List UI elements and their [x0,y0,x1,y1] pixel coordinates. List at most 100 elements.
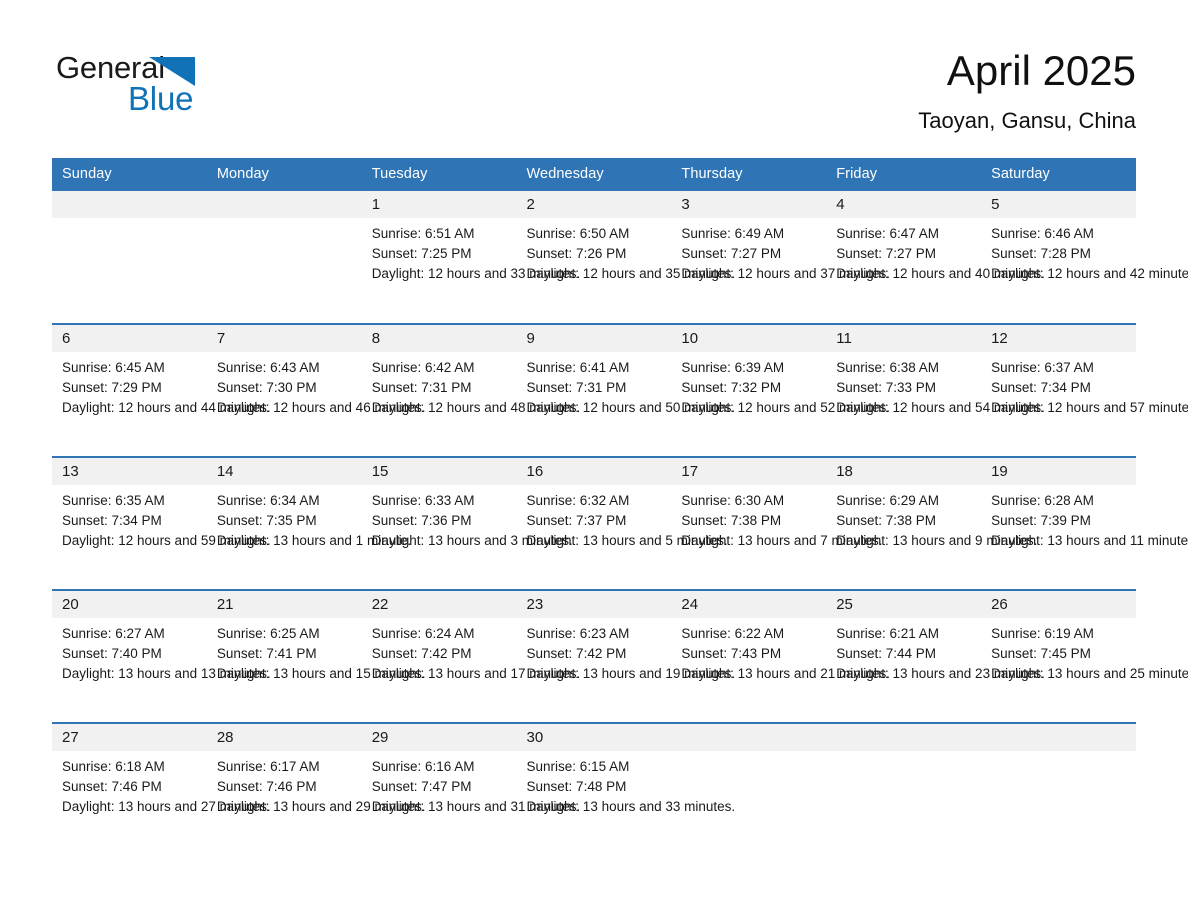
sunset-text: Sunset: 7:27 PM [836,246,937,262]
day-number [206,191,362,218]
calendar-day-cell[interactable]: 30 Sunrise: 6:15 AM Sunset: 7:48 PM Dayligh… [516,722,735,856]
daylight-text: Daylight: 12 hours and 37 minutes. [681,266,890,282]
calendar-day-cell[interactable]: 16 Sunrise: 6:32 AM Sunset: 7:37 PM Dayligh… [516,456,728,590]
day-details: Sunrise: 6:24 AM Sunset: 7:42 PM Daylight:… [362,618,581,685]
calendar-day-cell[interactable]: 28 Sunrise: 6:17 AM Sunset: 7:46 PM Dayligh… [206,722,426,856]
sunrise-text: Sunrise: 6:18 AM [62,759,165,774]
calendar-day-cell[interactable]: 17 Sunrise: 6:30 AM Sunset: 7:38 PM Dayligh… [671,456,883,590]
sunrise-text: Sunrise: 6:25 AM [216,626,320,641]
calendar-day-cell[interactable]: 9 Sunrise: 6:41 AM Sunset: 7:31 PM Daylight… [516,323,736,457]
daylight-text: Daylight: 13 hours and 1 minute. [216,533,412,549]
daylight-text: Daylight: 12 hours and 42 minutes. [991,266,1188,282]
day-number: 10 [671,325,827,352]
day-details: Sunrise: 6:41 AM Sunset: 7:31 PM Daylight:… [517,352,736,419]
day-details: Sunrise: 6:42 AM Sunset: 7:31 PM Daylight:… [362,352,581,419]
calendar-day-cell[interactable]: 18 Sunrise: 6:29 AM Sunset: 7:38 PM Dayligh… [826,456,1037,590]
calendar-day-cell[interactable]: 25 Sunrise: 6:21 AM Sunset: 7:44 PM Dayligh… [826,589,1045,723]
day-number: 26 [981,591,1136,618]
day-number: 2 [516,191,672,218]
calendar-day-cell[interactable]: 26 Sunrise: 6:19 AM Sunset: 7:45 PM Dayligh… [981,589,1188,723]
day-details: Sunrise: 6:33 AM Sunset: 7:36 PM Daylight:… [362,485,573,552]
sunrise-text: Sunrise: 6:45 AM [62,360,165,375]
calendar-day-cell[interactable]: 14 Sunrise: 6:34 AM Sunset: 7:35 PM Dayligh… [206,456,412,590]
calendar-day-cell[interactable]: 5 Sunrise: 6:46 AM Sunset: 7:28 PM Daylight… [981,191,1188,324]
sunset-text: Sunset: 7:41 PM [216,646,317,662]
calendar-day-cell[interactable]: 13 Sunrise: 6:35 AM Sunset: 7:34 PM Dayligh… [52,456,271,590]
day-details: Sunrise: 6:47 AM Sunset: 7:27 PM Daylight:… [826,218,1045,285]
weekday-header-monday: Monday [206,158,362,191]
calendar-day-cell-empty [981,722,1136,856]
sunrise-text: Sunrise: 6:23 AM [526,626,630,641]
calendar-day-cell[interactable]: 15 Sunrise: 6:33 AM Sunset: 7:36 PM Dayligh… [361,456,573,590]
calendar-day-cell[interactable]: 2 Sunrise: 6:50 AM Sunset: 7:26 PM Daylight… [516,191,735,324]
sunset-text: Sunset: 7:29 PM [62,380,162,396]
weekday-header-thursday: Thursday [671,158,827,191]
daylight-text: Daylight: 12 hours and 44 minutes. [62,400,271,416]
daylight-text: Daylight: 13 hours and 5 minutes. [526,533,728,549]
day-details: Sunrise: 6:37 AM Sunset: 7:34 PM Daylight:… [981,352,1188,419]
sunrise-text: Sunrise: 6:15 AM [526,759,630,774]
day-details: Sunrise: 6:32 AM Sunset: 7:37 PM Daylight:… [517,485,728,552]
sunrise-text: Sunrise: 6:35 AM [62,493,165,508]
calendar-day-cell[interactable]: 27 Sunrise: 6:18 AM Sunset: 7:46 PM Dayligh… [52,722,271,856]
calendar-day-cell[interactable]: 23 Sunrise: 6:23 AM Sunset: 7:42 PM Dayligh… [516,589,735,723]
day-number: 20 [52,591,207,618]
calendar-day-cell[interactable]: 6 Sunrise: 6:45 AM Sunset: 7:29 PM Daylight… [52,323,271,457]
calendar-body: 1 Sunrise: 6:51 AM Sunset: 7:25 PM Daylight… [52,191,1188,856]
daylight-text: Daylight: 13 hours and 21 minutes. [681,666,890,682]
sunrise-text: Sunrise: 6:51 AM [371,226,475,241]
weekday-header-saturday: Saturday [981,158,1136,191]
daylight-text: Daylight: 13 hours and 23 minutes. [836,666,1045,682]
day-number: 18 [826,458,982,485]
daylight-text: Daylight: 12 hours and 54 minutes. [836,400,1045,416]
day-details: Sunrise: 6:28 AM Sunset: 7:39 PM Daylight:… [981,485,1188,552]
sunrise-text: Sunrise: 6:37 AM [991,360,1094,375]
daylight-text: Daylight: 12 hours and 52 minutes. [681,400,890,416]
calendar-day-cell[interactable]: 12 Sunrise: 6:37 AM Sunset: 7:34 PM Dayligh… [981,323,1188,457]
sunset-text: Sunset: 7:47 PM [371,779,472,795]
day-number [981,724,1136,751]
calendar-day-cell[interactable]: 20 Sunrise: 6:27 AM Sunset: 7:40 PM Dayligh… [52,589,271,723]
day-number: 15 [361,458,517,485]
calendar-day-cell[interactable]: 4 Sunrise: 6:47 AM Sunset: 7:27 PM Daylight… [826,191,1045,324]
day-details: Sunrise: 6:18 AM Sunset: 7:46 PM Daylight:… [52,751,271,818]
location-subtitle: Taoyan, Gansu, China [918,108,1136,133]
calendar-day-cell[interactable]: 19 Sunrise: 6:28 AM Sunset: 7:39 PM Dayligh… [981,456,1188,590]
day-details: Sunrise: 6:17 AM Sunset: 7:46 PM Daylight:… [207,751,426,818]
calendar-day-cell[interactable]: 8 Sunrise: 6:42 AM Sunset: 7:31 PM Daylight… [361,323,581,457]
day-number: 4 [826,191,982,218]
calendar-day-cell[interactable]: 3 Sunrise: 6:49 AM Sunset: 7:27 PM Daylight… [671,191,890,324]
calendar-day-cell[interactable]: 7 Sunrise: 6:43 AM Sunset: 7:30 PM Daylight… [206,323,425,457]
sunrise-text: Sunrise: 6:29 AM [836,493,940,508]
sunset-text: Sunset: 7:26 PM [526,246,627,262]
calendar-day-cell[interactable]: 22 Sunrise: 6:24 AM Sunset: 7:42 PM Dayligh… [361,589,581,723]
general-blue-logo[interactable]: General Blue [56,50,276,125]
sunrise-text: Sunrise: 6:21 AM [836,626,940,641]
calendar-week-row: 20 Sunrise: 6:27 AM Sunset: 7:40 PM Dayligh… [52,589,1188,723]
day-number [826,724,982,751]
sunset-text: Sunset: 7:31 PM [526,380,627,396]
calendar-day-cell[interactable]: 21 Sunrise: 6:25 AM Sunset: 7:41 PM Dayligh… [206,589,425,723]
sunset-text: Sunset: 7:27 PM [681,246,782,262]
daylight-text: Daylight: 13 hours and 3 minutes. [371,533,573,549]
sunrise-text: Sunrise: 6:34 AM [216,493,320,508]
sunset-text: Sunset: 7:25 PM [371,246,472,262]
sunrise-text: Sunrise: 6:49 AM [681,226,785,241]
calendar-week-row: 13 Sunrise: 6:35 AM Sunset: 7:34 PM Dayligh… [52,456,1188,590]
sunset-text: Sunset: 7:40 PM [62,646,162,662]
sunrise-text: Sunrise: 6:41 AM [526,360,630,375]
sunrise-text: Sunrise: 6:16 AM [371,759,475,774]
day-number: 19 [981,458,1136,485]
calendar-day-cell[interactable]: 1 Sunrise: 6:51 AM Sunset: 7:25 PM Daylight… [361,191,581,324]
day-number [52,191,207,218]
sunrise-text: Sunrise: 6:17 AM [216,759,320,774]
day-details: Sunrise: 6:22 AM Sunset: 7:43 PM Daylight:… [671,618,890,685]
calendar-day-cell[interactable]: 29 Sunrise: 6:16 AM Sunset: 7:47 PM Dayligh… [361,722,580,856]
day-details: Sunrise: 6:51 AM Sunset: 7:25 PM Daylight:… [362,218,581,285]
calendar-day-cell[interactable]: 11 Sunrise: 6:38 AM Sunset: 7:33 PM Dayligh… [826,323,1045,457]
calendar-day-cell[interactable]: 24 Sunrise: 6:22 AM Sunset: 7:43 PM Dayligh… [671,589,890,723]
sunrise-text: Sunrise: 6:50 AM [526,226,630,241]
calendar-day-cell[interactable]: 10 Sunrise: 6:39 AM Sunset: 7:32 PM Dayligh… [671,323,890,457]
day-number: 8 [361,325,517,352]
day-number: 21 [206,591,362,618]
